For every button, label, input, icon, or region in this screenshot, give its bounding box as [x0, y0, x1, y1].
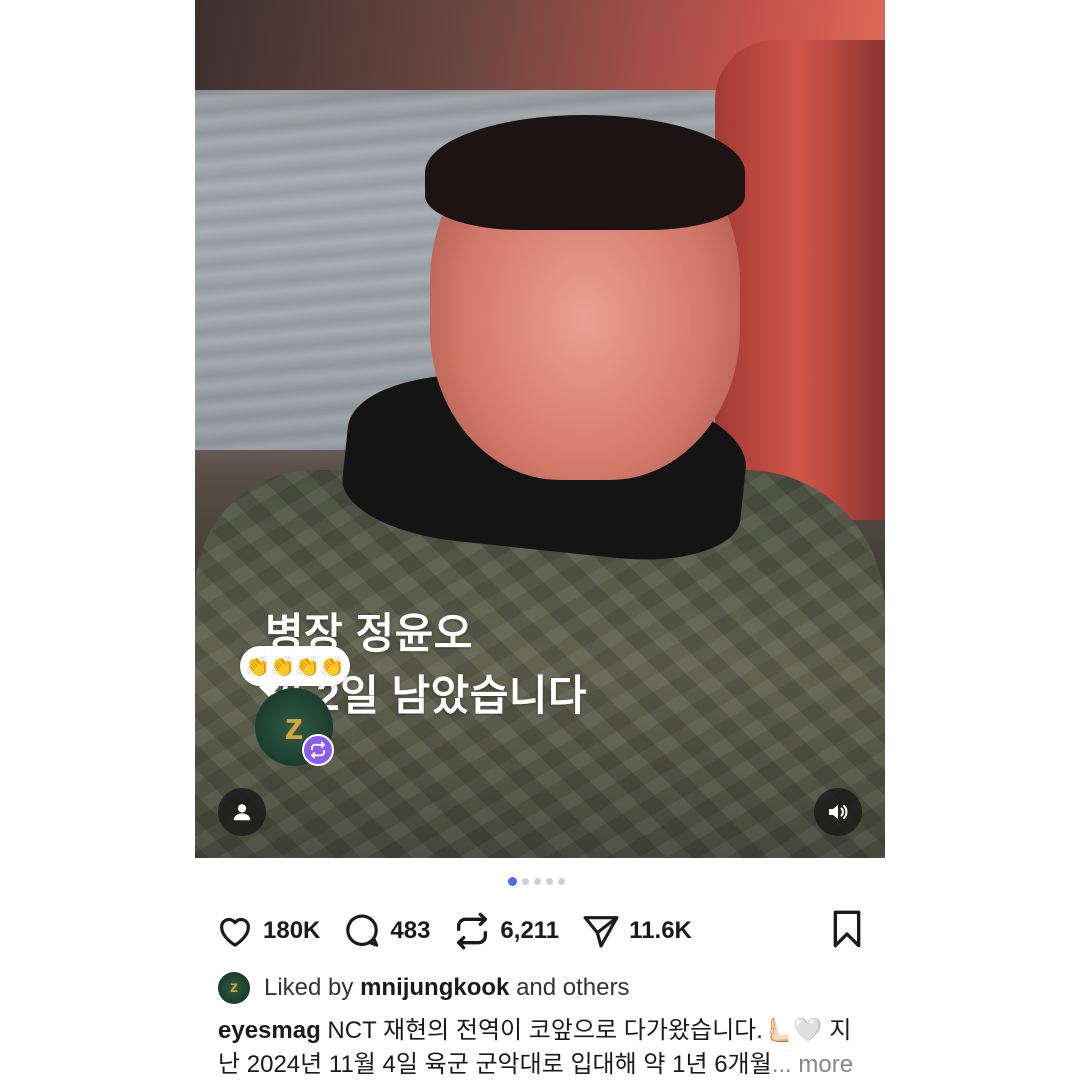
share-button[interactable]: 11.6K	[581, 911, 692, 951]
repost-count: 6,211	[500, 917, 560, 944]
post-caption: eyesmag NCT 재현의 전역이 코앞으로 다가왔습니다.🫷🏻🤍 지난 2…	[218, 1014, 858, 1080]
post-actions-bar: 180K 483 6,211 11.6K	[215, 905, 865, 957]
liked-by-text: Liked by mnijungkook and others	[264, 974, 630, 1002]
repost-button[interactable]: 6,211	[452, 911, 559, 951]
comment-icon	[346, 914, 379, 947]
liked-by-avatar: z	[218, 972, 250, 1004]
bookmark-icon	[833, 910, 861, 948]
comment-count: 483	[390, 917, 431, 944]
heart-icon	[220, 917, 250, 947]
repost-icon	[457, 912, 488, 950]
carousel-dot	[522, 878, 529, 885]
bookmark-button[interactable]	[829, 909, 865, 954]
carousel-dot	[558, 878, 565, 885]
carousel-dot-active	[508, 877, 517, 886]
liked-by-prefix: Liked by	[264, 974, 361, 1001]
caption-more-link[interactable]: ... more	[772, 1051, 853, 1078]
like-button[interactable]: 180K	[215, 911, 320, 951]
liked-by-suffix: and others	[509, 974, 630, 1001]
caption-username[interactable]: eyesmag	[218, 1017, 321, 1044]
comment-button[interactable]: 483	[342, 911, 430, 951]
carousel-dot	[534, 878, 541, 885]
liked-by-user[interactable]: mnijungkook	[360, 974, 509, 1001]
repost-badge-icon	[302, 734, 334, 766]
liked-by-avatar-glyph: z	[230, 979, 238, 996]
user-icon	[233, 804, 251, 821]
liked-by-row[interactable]: z Liked by mnijungkook and others	[218, 970, 630, 1006]
tagged-users-button[interactable]	[218, 788, 266, 836]
mute-toggle-button[interactable]	[814, 788, 862, 836]
carousel-dot	[546, 878, 553, 885]
photo-hair	[425, 115, 745, 230]
repost-avatar-glyph: z	[284, 705, 304, 748]
volume-icon	[829, 805, 848, 819]
carousel-indicator	[508, 877, 565, 886]
emoji-reaction-bubble: 👏👏👏👏	[240, 646, 350, 686]
send-icon	[583, 916, 619, 948]
like-count: 180K	[263, 917, 321, 944]
share-count: 11.6K	[629, 917, 692, 944]
